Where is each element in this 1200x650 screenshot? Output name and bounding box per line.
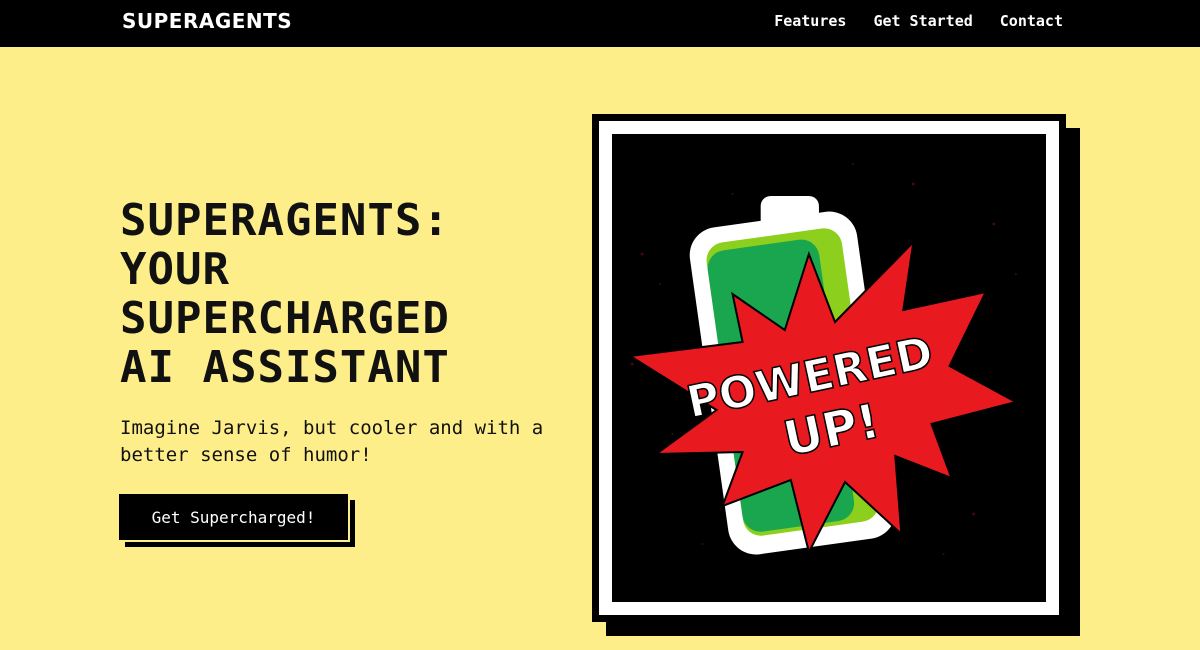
navbar: SUPERAGENTS Features Get Started Contact: [0, 0, 1200, 47]
site-logo[interactable]: SUPERAGENTS: [122, 9, 292, 33]
nav-link-contact[interactable]: Contact: [1000, 12, 1063, 30]
nav-link-features[interactable]: Features: [774, 12, 846, 30]
nav-links: Features Get Started Contact: [774, 12, 1063, 30]
hero-image-frame: POWERED UP!: [592, 114, 1066, 622]
hero-image-mat: POWERED UP!: [599, 121, 1059, 615]
hero-title: SUPERAGENTS: YOUR SUPERCHARGED AI ASSIST…: [120, 196, 450, 392]
hero-title-line-2: YOUR: [120, 244, 230, 295]
nav-link-get-started[interactable]: Get Started: [873, 12, 972, 30]
hero-title-line-3: SUPERCHARGED: [120, 293, 450, 344]
powered-up-image: POWERED UP!: [612, 134, 1046, 602]
hero-title-line-1: SUPERAGENTS:: [120, 195, 450, 246]
get-supercharged-button[interactable]: Get Supercharged!: [119, 494, 350, 542]
hero-subtitle: Imagine Jarvis, but cooler and with a be…: [120, 417, 544, 466]
hero-title-line-4: AI ASSISTANT: [120, 342, 450, 393]
